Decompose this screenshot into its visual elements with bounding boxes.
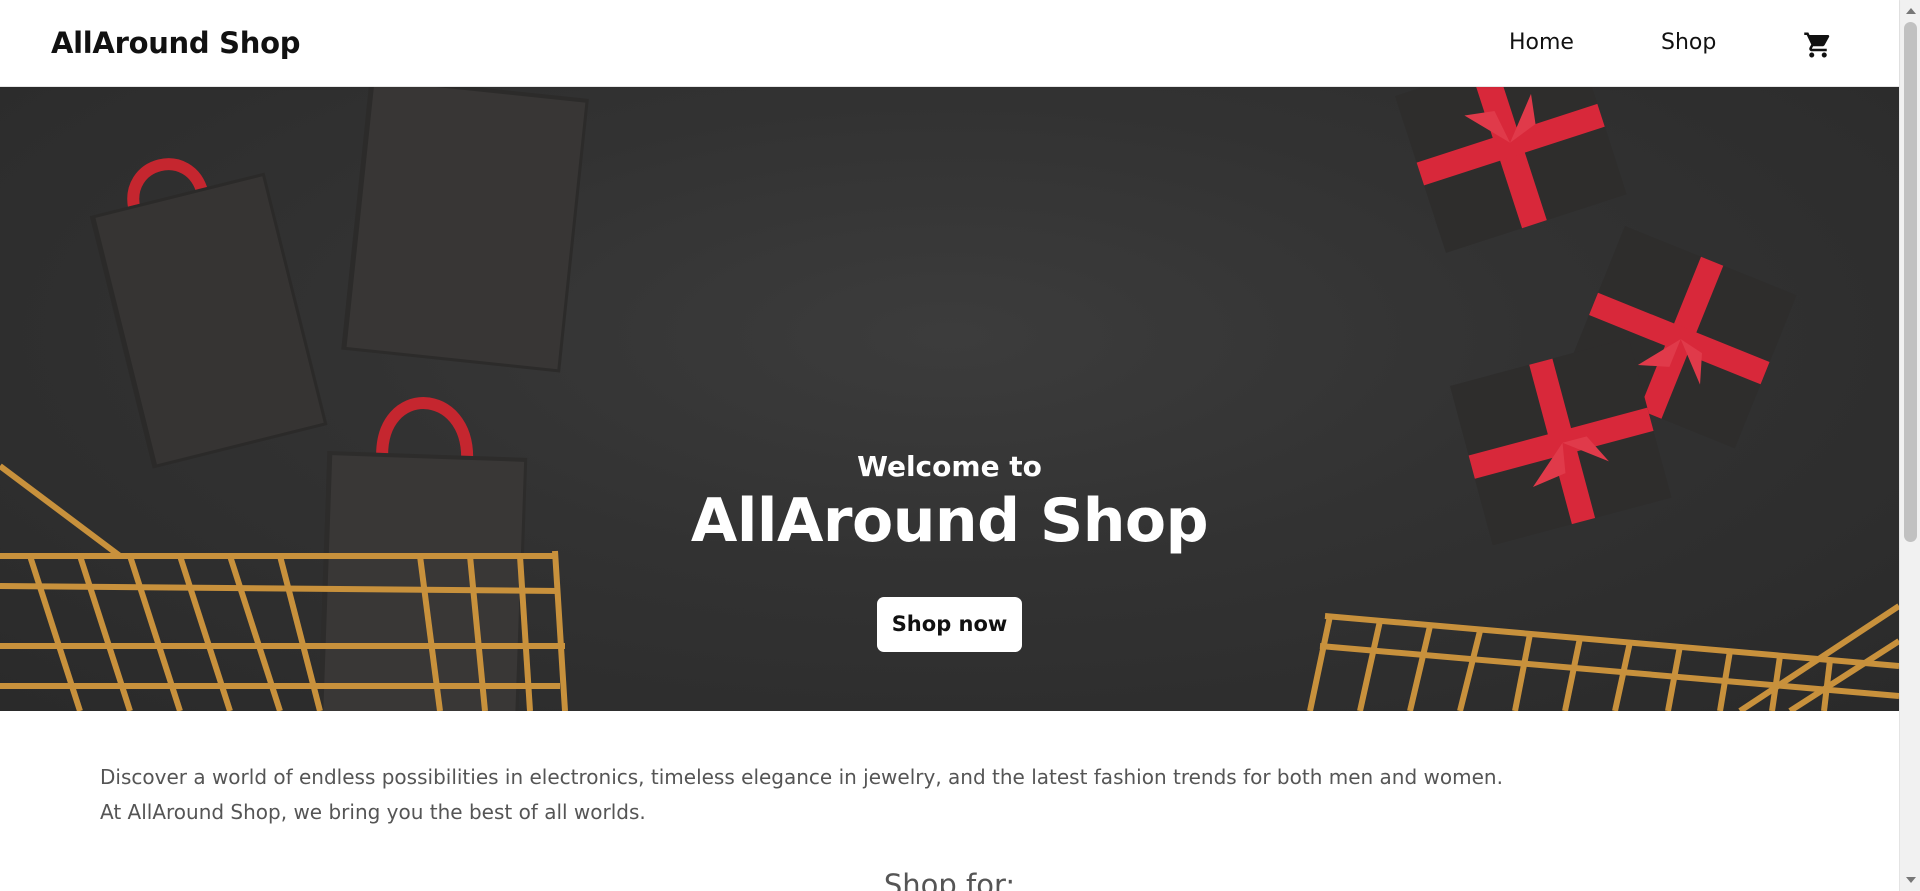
- scroll-up-arrow-icon[interactable]: [1906, 8, 1916, 14]
- site-header: AllAround Shop Home Shop: [0, 0, 1899, 87]
- scroll-down-arrow-icon[interactable]: [1906, 877, 1916, 883]
- nav-shop-link[interactable]: Shop: [1661, 30, 1716, 55]
- vertical-scrollbar[interactable]: [1899, 0, 1920, 891]
- intro-text: Discover a world of endless possibilitie…: [100, 760, 1800, 830]
- hero-banner: Welcome to AllAround Shop Shop now: [0, 86, 1899, 711]
- intro-line: At AllAround Shop, we bring you the best…: [100, 800, 646, 824]
- intro-line: Discover a world of endless possibilitie…: [100, 765, 1503, 789]
- shopping-cart-icon[interactable]: [1803, 30, 1833, 60]
- scroll-thumb[interactable]: [1904, 22, 1917, 542]
- shopping-bag-image: [89, 158, 328, 469]
- shopping-cart-image: [1307, 603, 1899, 711]
- hero-title: AllAround Shop: [690, 486, 1209, 556]
- shopping-bag-image: [341, 86, 589, 373]
- hero-welcome-text: Welcome to: [857, 450, 1042, 483]
- gift-box-image: [1395, 86, 1627, 253]
- shop-for-heading: Shop for:: [883, 868, 1016, 891]
- nav-home-link[interactable]: Home: [1509, 30, 1574, 55]
- page: AllAround Shop Home Shop Welcome to AllA…: [0, 0, 1920, 891]
- shop-now-button[interactable]: Shop now: [877, 597, 1022, 652]
- brand-logo[interactable]: AllAround Shop: [51, 26, 300, 60]
